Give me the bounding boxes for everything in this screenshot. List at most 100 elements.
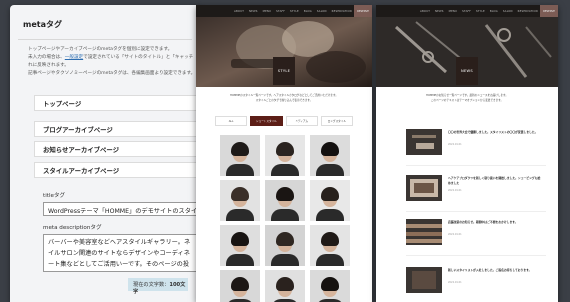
nav-about[interactable]: ABOUT — [234, 10, 244, 13]
news-thumbnail — [406, 219, 442, 245]
site-nav: ABOUT NEWS MENU STAFF STYLE BLOG SALON R… — [196, 5, 372, 17]
news-date: 2022.01.01 — [448, 233, 462, 236]
section-news-archive[interactable]: お知らせアーカイブページ — [34, 141, 200, 157]
news-item[interactable]: 〇〇の世界大会で優勝しました。スタイリストの〇〇が受賞しました。 2022.01… — [406, 129, 546, 155]
desc-line-1: トップページやアーカイブページのmetaタグを個別に設定できます。 — [28, 47, 173, 52]
hero-label-box: STYLE — [273, 57, 295, 85]
style-thumbnail[interactable] — [310, 135, 350, 176]
reserve-button[interactable]: RESERVE — [354, 5, 372, 17]
portrait-body — [271, 164, 299, 176]
news-thumbnail — [406, 267, 442, 293]
panel-description: トップページやアーカイブページのmetaタグを個別に設定できます。 未入力の場合… — [10, 40, 200, 78]
nav-news[interactable]: NEWS — [249, 10, 258, 13]
news-date: 2022.01.01 — [448, 281, 462, 284]
style-thumbnail[interactable] — [310, 225, 350, 266]
style-archive-preview: ABOUT NEWS MENU STAFF STYLE BLOG SALON R… — [196, 5, 372, 302]
style-grid — [220, 135, 350, 302]
portrait-body — [316, 209, 344, 221]
title-tag-label: titleタグ — [43, 193, 66, 199]
general-settings-link[interactable]: 一般設定 — [65, 55, 83, 60]
style-thumbnail[interactable] — [265, 135, 305, 176]
portrait-hair — [321, 277, 339, 291]
desc-line-4: 記事ページやタクソノミーページのmetaタグは、各編集画面より設定できます。 — [28, 71, 196, 76]
reserve-button[interactable]: RESERVE — [540, 5, 558, 17]
portrait-hair — [321, 187, 339, 201]
nav-menu[interactable]: MENU — [263, 10, 272, 13]
portrait-body — [226, 164, 254, 176]
section-blog-archive[interactable]: ブログアーカイブページ — [34, 121, 200, 137]
style-thumbnail[interactable] — [220, 180, 260, 221]
news-title: ヘアケアプロダクツを新しく取り扱いを開始しました。シェービングも始めました — [448, 176, 541, 185]
desc-prefix: 未入力の場合は、 — [28, 55, 65, 60]
title-tag-input[interactable]: WordPressテーマ「HOMME」のデモサイトのスタイルの一覧 — [43, 202, 200, 216]
style-thumbnail[interactable] — [220, 135, 260, 176]
hero-label: NEWS — [461, 69, 473, 73]
category-medium[interactable]: ミディアム — [285, 116, 318, 126]
news-item[interactable]: 新しいスタイリストが入社しました。ご指名お待ちしております。 2022.01.0… — [406, 267, 546, 293]
style-thumbnail[interactable] — [265, 225, 305, 266]
section-top-page[interactable]: トップページ — [34, 95, 200, 111]
meta-description-textarea[interactable]: バーバーや美容室などヘアスタイルギャラリー。ネイルサロン関連のサイトならデザイン… — [43, 234, 200, 272]
news-item[interactable]: ヘアケアプロダクツを新しく取り扱いを開始しました。シェービングも始めました 20… — [406, 175, 546, 201]
portrait-hair — [321, 142, 339, 156]
nav-blog[interactable]: BLOG — [490, 10, 498, 13]
portrait-hair — [231, 277, 249, 291]
portrait-hair — [231, 232, 249, 246]
nav-style[interactable]: STYLE — [290, 10, 299, 13]
style-thumbnail[interactable] — [310, 270, 350, 302]
nav-reservation[interactable]: RESERVATION — [518, 10, 538, 13]
divider — [406, 165, 546, 166]
portrait-body — [226, 209, 254, 221]
nav-about[interactable]: ABOUT — [420, 10, 430, 13]
style-thumbnail[interactable] — [310, 180, 350, 221]
category-long[interactable]: ロングスタイル — [320, 116, 353, 126]
screenshot-stage: metaタグ トップページやアーカイブページのmetaタグを個別に設定できます。… — [0, 0, 570, 302]
portrait-hair — [276, 187, 294, 201]
news-date: 2022.01.01 — [448, 143, 462, 146]
desc-line-3: れに反映されます。 — [28, 63, 69, 68]
news-item[interactable]: 店舗改装のお知らせ。期間中はご不便をおかけします。 2022.01.01 — [406, 219, 546, 245]
portrait-hair — [231, 187, 249, 201]
intro-text: HOMMEのお知らせ一覧ページです。最新のニュースをお届けします。 このページの… — [376, 93, 558, 103]
style-thumbnail[interactable] — [265, 180, 305, 221]
section-style-archive[interactable]: スタイルアーカイブページ — [34, 162, 200, 178]
desc-suffix: で設定されている「サイトのタイトル」と「キャッチ — [83, 55, 194, 60]
portrait-body — [226, 254, 254, 266]
character-counter: 現在の文字数：100文字 — [128, 278, 188, 295]
portrait-hair — [321, 232, 339, 246]
divider — [406, 211, 546, 212]
style-thumbnail[interactable] — [220, 270, 260, 302]
hero-label-box: NEWS — [456, 57, 478, 85]
news-title: 店舗改装のお知らせ。期間中はご不便をおかけします。 — [448, 220, 518, 224]
hero-label: STYLE — [277, 69, 291, 73]
news-title: 新しいスタイリストが入社しました。ご指名お待ちしております。 — [448, 268, 532, 272]
nav-staff[interactable]: STAFF — [462, 10, 471, 13]
nav-menu[interactable]: MENU — [449, 10, 458, 13]
style-thumbnail[interactable] — [220, 225, 260, 266]
news-thumbnail — [406, 129, 442, 155]
nav-salon[interactable]: SALON — [317, 10, 327, 13]
portrait-hair — [276, 277, 294, 291]
nav-reservation[interactable]: RESERVATION — [332, 10, 352, 13]
style-thumbnail[interactable] — [265, 270, 305, 302]
nav-blog[interactable]: BLOG — [304, 10, 312, 13]
category-all[interactable]: ALL — [215, 116, 248, 126]
divider — [406, 255, 546, 256]
category-filter: ALL ショートスタイル ミディアム ロングスタイル — [215, 116, 353, 126]
desc-line-2: 未入力の場合は、一般設定で設定されている「サイトのタイトル」と「キャッチ — [28, 54, 200, 62]
news-thumbnail — [406, 175, 442, 201]
panel-title: metaタグ — [23, 20, 62, 29]
nav-staff[interactable]: STAFF — [276, 10, 285, 13]
admin-settings-panel: metaタグ トップページやアーカイブページのmetaタグを個別に設定できます。… — [10, 5, 200, 302]
news-date: 2022.01.01 — [448, 189, 462, 192]
portrait-body — [271, 254, 299, 266]
nav-news[interactable]: NEWS — [435, 10, 444, 13]
nav-salon[interactable]: SALON — [503, 10, 513, 13]
nav-style[interactable]: STYLE — [476, 10, 485, 13]
portrait-hair — [276, 232, 294, 246]
category-short[interactable]: ショートスタイル — [250, 116, 283, 126]
counter-label: 現在の文字数： — [133, 282, 170, 288]
portrait-hair — [231, 142, 249, 156]
intro-line-2: スタイルごとのタグで絞り込んで表示できます。 — [255, 99, 313, 102]
news-archive-preview: ABOUT NEWS MENU STAFF STYLE BLOG SALON R… — [376, 5, 558, 302]
